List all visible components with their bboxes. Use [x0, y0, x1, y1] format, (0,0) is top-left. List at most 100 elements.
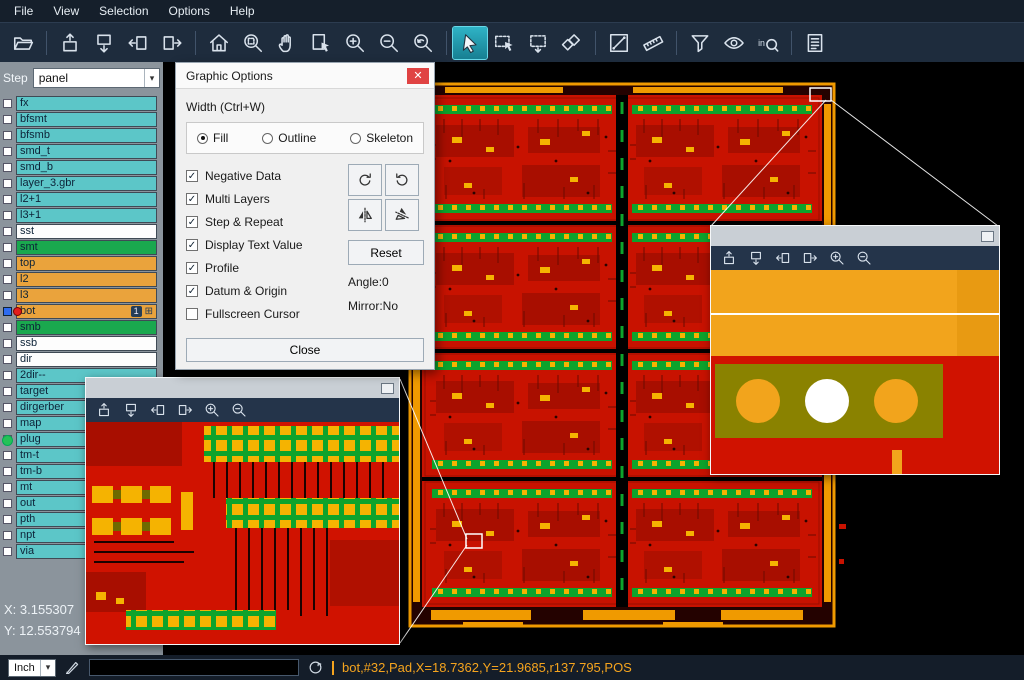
radio-outline[interactable]: Outline	[262, 131, 316, 145]
measure-line-button[interactable]	[602, 27, 636, 59]
layer-visibility-checkbox[interactable]	[3, 467, 12, 476]
layer-label[interactable]: top	[16, 256, 157, 271]
zoom-out-button[interactable]	[230, 401, 248, 419]
layer-label[interactable]: sst	[16, 224, 157, 239]
filter-button[interactable]	[683, 27, 717, 59]
checkbox-negative-data[interactable]: ✓Negative Data	[186, 164, 348, 187]
rect-select-button[interactable]	[487, 27, 521, 59]
layer-visibility-checkbox[interactable]	[3, 323, 12, 332]
layer-label[interactable]: l2+1	[16, 192, 157, 207]
layer-visibility-checkbox[interactable]	[3, 195, 12, 204]
layer-label[interactable]: smb	[16, 320, 157, 335]
layer-visibility-checkbox[interactable]	[3, 227, 12, 236]
visibility-eye-button[interactable]	[717, 27, 751, 59]
merge-layers-button[interactable]	[555, 27, 589, 59]
window-restore-icon[interactable]	[381, 383, 394, 394]
import-bottom-button[interactable]	[747, 249, 765, 267]
pan-hand-button[interactable]	[270, 27, 304, 59]
layer-label[interactable]: l3+1	[16, 208, 157, 223]
layer-row-smt[interactable]: smt	[0, 239, 163, 255]
layer-row-bot[interactable]: bot1⊞	[0, 303, 163, 319]
layer-label[interactable]: ssb	[16, 336, 157, 351]
pad-magnifier-window[interactable]	[710, 225, 1000, 475]
rotate-ccw-button[interactable]	[385, 164, 419, 196]
magnifier-content[interactable]	[711, 270, 999, 474]
group-select-button[interactable]	[521, 27, 555, 59]
layer-label[interactable]: layer_3.gbr	[16, 176, 157, 191]
zoom-in-button[interactable]	[203, 401, 221, 419]
mirror-vertical-button[interactable]	[385, 199, 419, 231]
cursor-select-button[interactable]	[453, 27, 487, 59]
menu-file[interactable]: File	[4, 0, 43, 22]
layer-label[interactable]: dir	[16, 352, 157, 367]
menu-view[interactable]: View	[43, 0, 89, 22]
select-page-button[interactable]	[304, 27, 338, 59]
layer-row-ssb[interactable]: ssb	[0, 335, 163, 351]
layer-visibility-checkbox[interactable]	[3, 499, 12, 508]
layer-visibility-checkbox[interactable]	[3, 355, 12, 364]
layer-row-smd_b[interactable]: smd_b	[0, 159, 163, 175]
close-button[interactable]: Close	[186, 338, 424, 362]
layer-visibility-checkbox[interactable]	[3, 211, 12, 220]
zoom-previous-button[interactable]	[406, 27, 440, 59]
reset-button[interactable]: Reset	[348, 240, 424, 265]
layer-label[interactable]: l2	[16, 272, 157, 287]
layer-label[interactable]: l3	[16, 288, 157, 303]
layer-label[interactable]: smd_b	[16, 160, 157, 175]
dialog-titlebar[interactable]: Graphic Options ✕	[176, 63, 434, 89]
import-bottom-button[interactable]	[87, 27, 121, 59]
unit-select[interactable]: Inch ▾	[8, 659, 56, 677]
layer-visibility-checkbox[interactable]	[3, 243, 12, 252]
layer-visibility-checkbox[interactable]	[3, 515, 12, 524]
radio-skeleton[interactable]: Skeleton	[350, 131, 413, 145]
layer-visibility-checkbox[interactable]	[3, 179, 12, 188]
layer-visibility-checkbox[interactable]	[3, 483, 12, 492]
refresh-icon[interactable]	[307, 659, 324, 676]
layer-visibility-checkbox[interactable]	[3, 99, 12, 108]
layer-row-smb[interactable]: smb	[0, 319, 163, 335]
import-right-button[interactable]	[155, 27, 189, 59]
import-top-button[interactable]	[53, 27, 87, 59]
layer-visibility-checkbox[interactable]	[3, 259, 12, 268]
menu-selection[interactable]: Selection	[89, 0, 158, 22]
layer-label[interactable]: smt	[16, 240, 157, 255]
layer-visibility-checkbox[interactable]	[3, 547, 12, 556]
layer-visibility-checkbox[interactable]	[3, 115, 12, 124]
measure-ruler-button[interactable]	[636, 27, 670, 59]
checkbox-fullscreen-cursor[interactable]: Fullscreen Cursor	[186, 302, 348, 325]
layer-visibility-checkbox[interactable]	[3, 371, 12, 380]
magnifier-content[interactable]	[86, 422, 399, 644]
import-top-button[interactable]	[720, 249, 738, 267]
layer-row-sst[interactable]: sst	[0, 223, 163, 239]
layer-row-layer_3.gbr[interactable]: layer_3.gbr	[0, 175, 163, 191]
layer-row-dir[interactable]: dir	[0, 351, 163, 367]
layer-row-l3+1[interactable]: l3+1	[0, 207, 163, 223]
checkbox-datum-origin[interactable]: ✓Datum & Origin	[186, 279, 348, 302]
close-icon[interactable]: ✕	[407, 68, 429, 84]
layer-row-l2+1[interactable]: l2+1	[0, 191, 163, 207]
mirror-horizontal-button[interactable]	[348, 199, 382, 231]
layer-row-bfsmt[interactable]: bfsmt	[0, 111, 163, 127]
zoom-region-button[interactable]	[236, 27, 270, 59]
import-right-button[interactable]	[801, 249, 819, 267]
layer-label[interactable]: fx	[16, 96, 157, 111]
layer-row-top[interactable]: top	[0, 255, 163, 271]
layer-visibility-checkbox[interactable]	[3, 307, 12, 316]
checkbox-display-text-value[interactable]: ✓Display Text Value	[186, 233, 348, 256]
layer-visibility-checkbox[interactable]	[3, 531, 12, 540]
report-button[interactable]	[798, 27, 832, 59]
open-folder-button[interactable]	[6, 27, 40, 59]
zoom-in-button[interactable]	[338, 27, 372, 59]
zoom-out-button[interactable]	[372, 27, 406, 59]
layer-visibility-checkbox[interactable]	[3, 419, 12, 428]
layer-row-smd_t[interactable]: smd_t	[0, 143, 163, 159]
layer-visibility-checkbox[interactable]	[3, 339, 12, 348]
layer-label[interactable]: bfsmt	[16, 112, 157, 127]
layer-visibility-checkbox[interactable]	[3, 451, 12, 460]
zoom-in-button[interactable]	[828, 249, 846, 267]
layer-row-bfsmb[interactable]: bfsmb	[0, 127, 163, 143]
window-restore-icon[interactable]	[981, 231, 994, 242]
step-select[interactable]: panel ▾	[33, 68, 160, 88]
command-input[interactable]	[89, 659, 299, 676]
draw-angle-icon[interactable]	[64, 659, 81, 676]
